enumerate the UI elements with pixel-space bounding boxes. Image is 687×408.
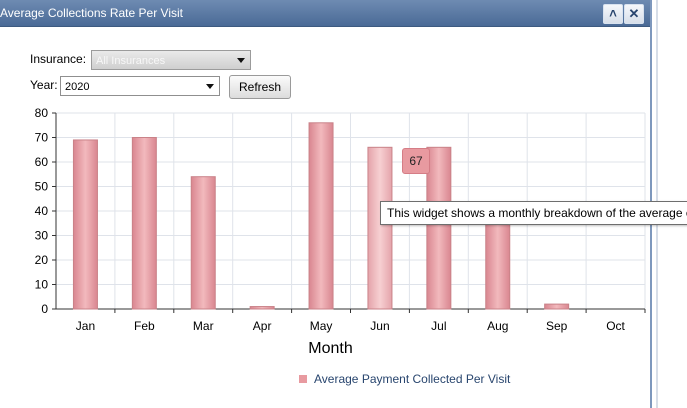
x-tick-label: Aug xyxy=(487,319,508,333)
y-tick-label: 70 xyxy=(35,131,49,145)
bar-value-tooltip: 67 xyxy=(402,148,430,174)
y-tick-label: 50 xyxy=(35,180,49,194)
x-tick-label: Feb xyxy=(134,319,155,333)
y-tick-label: 20 xyxy=(35,253,49,267)
y-tick-label: 80 xyxy=(35,106,49,120)
y-tick-label: 30 xyxy=(35,229,49,243)
legend-swatch xyxy=(299,375,307,383)
legend-label[interactable]: Average Payment Collected Per Visit xyxy=(314,372,510,386)
x-tick-label: Jun xyxy=(370,319,389,333)
bar-aug xyxy=(485,220,511,310)
bar-apr xyxy=(249,306,275,310)
widget-description-tooltip: This widget shows a monthly breakdown of… xyxy=(380,201,687,225)
bar-jul xyxy=(426,146,452,310)
x-tick-label: Mar xyxy=(193,319,214,333)
x-axis-title: Month xyxy=(308,340,352,357)
bar-mar xyxy=(190,176,216,310)
x-tick-label: Oct xyxy=(606,319,625,333)
y-tick-label: 40 xyxy=(35,204,49,218)
y-tick-label: 60 xyxy=(35,155,49,169)
x-tick-label: May xyxy=(310,319,333,333)
bar-sep xyxy=(544,303,570,310)
bar-jun xyxy=(367,146,393,310)
bar-feb xyxy=(131,137,157,310)
x-tick-label: Jan xyxy=(76,319,95,333)
bar-jan xyxy=(72,139,98,310)
x-tick-label: Sep xyxy=(546,319,568,333)
y-tick-label: 10 xyxy=(35,278,49,292)
y-tick-label: 0 xyxy=(41,302,48,316)
x-tick-label: Jul xyxy=(431,319,446,333)
x-tick-label: Apr xyxy=(253,319,272,333)
bar-may xyxy=(308,122,334,310)
chart-legend: Average Payment Collected Per Visit xyxy=(299,372,510,386)
